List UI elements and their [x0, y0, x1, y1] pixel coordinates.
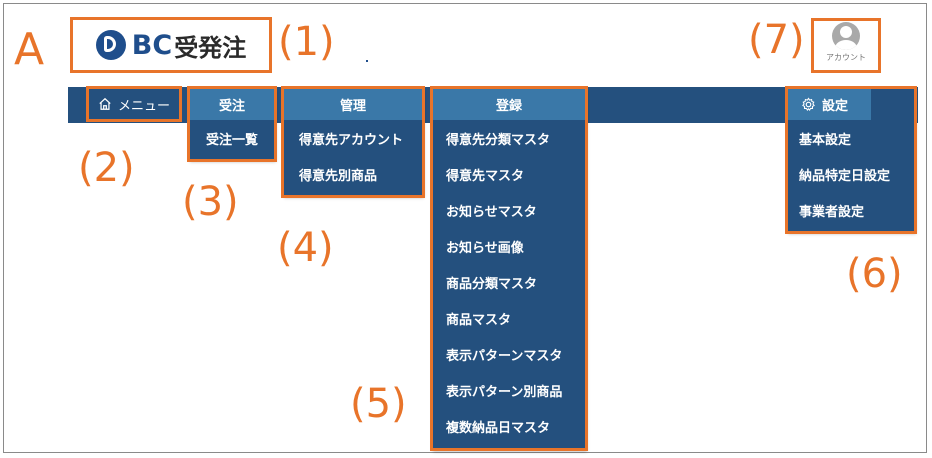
annotation-label-4: (4) — [277, 225, 334, 271]
annotation-box-5 — [430, 86, 588, 451]
annotation-box-6 — [785, 86, 917, 234]
annotation-letter-a: A — [14, 24, 45, 75]
annotation-label-2: (2) — [78, 145, 135, 191]
annotation-label-5: (5) — [350, 381, 407, 427]
annotation-label-7: (7) — [748, 17, 805, 63]
annotation-box-3 — [187, 86, 277, 162]
annotation-box-7 — [811, 18, 881, 73]
stray-dot — [366, 60, 368, 62]
annotation-box-1 — [70, 17, 272, 73]
annotation-label-6: (6) — [846, 251, 903, 297]
annotation-label-3: (3) — [182, 179, 239, 225]
annotation-box-4 — [281, 86, 425, 198]
annotation-label-1: (1) — [278, 19, 335, 65]
annotation-box-2 — [86, 86, 182, 122]
